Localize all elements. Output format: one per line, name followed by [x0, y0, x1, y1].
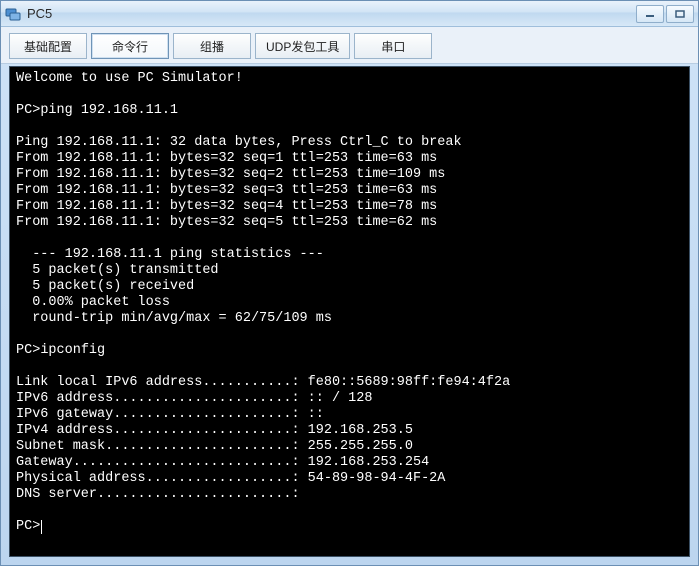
tab-serial[interactable]: 串口 — [354, 33, 432, 59]
terminal-output[interactable]: Welcome to use PC Simulator! PC>ping 192… — [9, 66, 690, 557]
terminal-text: Welcome to use PC Simulator! PC>ping 192… — [16, 71, 683, 535]
maximize-button[interactable] — [666, 5, 694, 23]
tab-bar: 基础配置 命令行 组播 UDP发包工具 串口 — [1, 27, 698, 64]
app-icon — [5, 6, 21, 22]
minimize-button[interactable] — [636, 5, 664, 23]
tab-command-line[interactable]: 命令行 — [91, 33, 169, 59]
text-cursor — [41, 520, 42, 534]
app-window: PC5 基础配置 命令行 组播 UDP发包工具 串口 Welcome to us… — [0, 0, 699, 566]
tab-basic-config[interactable]: 基础配置 — [9, 33, 87, 59]
tab-multicast[interactable]: 组播 — [173, 33, 251, 59]
titlebar[interactable]: PC5 — [1, 1, 698, 27]
window-title: PC5 — [27, 6, 52, 21]
tab-udp-tool[interactable]: UDP发包工具 — [255, 33, 350, 59]
